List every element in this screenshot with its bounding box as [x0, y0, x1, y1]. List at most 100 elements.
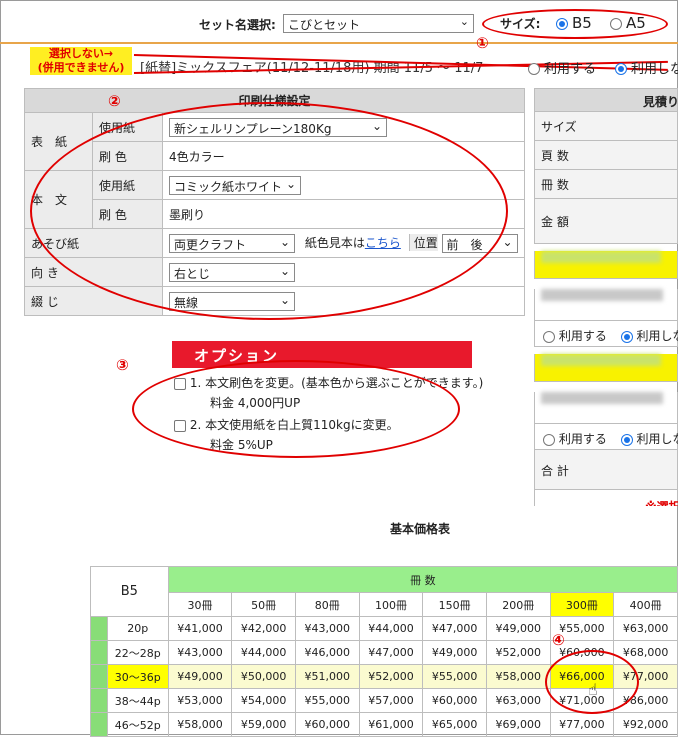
- cover-color-label: 刷 色: [93, 142, 163, 171]
- quote-use-radio-1[interactable]: [543, 331, 555, 343]
- quote-use-label-1: 利用する: [559, 329, 607, 343]
- quote-use-label-2: 利用する: [559, 432, 607, 446]
- qty-column-3: 100冊: [359, 593, 423, 617]
- size-label: サイズ:: [500, 15, 540, 32]
- body-paper-label: 使用紙: [93, 171, 163, 200]
- campaign-use-radio[interactable]: [528, 61, 540, 75]
- qty-header: 冊 数: [168, 567, 677, 593]
- price-cell[interactable]: ¥59,000: [232, 713, 296, 737]
- quote-option-2: 利用する 利用しない: [534, 424, 678, 450]
- price-cell[interactable]: ¥57,000: [359, 689, 423, 713]
- price-cell[interactable]: ¥65,000: [423, 713, 487, 737]
- sample-link[interactable]: こちら: [365, 236, 401, 250]
- qty-column-7: 400冊: [614, 593, 678, 617]
- price-cell[interactable]: ¥43,000: [168, 641, 232, 665]
- price-cell[interactable]: ¥49,000: [486, 617, 550, 641]
- price-cell[interactable]: ¥50,000: [232, 665, 296, 689]
- position-label: 位置: [409, 234, 438, 251]
- body-color-value: 墨刷り: [163, 200, 525, 229]
- asobi-cell: 両更クラフト ⌄ 紙色見本はこちら 位置 前 後 ⌄: [163, 229, 525, 258]
- direction-label: 向 き: [25, 258, 163, 287]
- quote-blurred-yellow-2: [534, 354, 678, 382]
- price-cell[interactable]: ¥53,000: [168, 689, 232, 713]
- quote-blurred-yellow-1: [534, 251, 678, 279]
- body-paper-value: コミック紙ホワイト: [174, 180, 282, 194]
- size-a5-radio[interactable]: [610, 16, 622, 30]
- quote-nouse-label-2: 利用しない: [637, 432, 678, 446]
- body-label: 本 文: [25, 171, 93, 229]
- quote-total: 合 計: [534, 450, 678, 490]
- quote-note: ※選択: [534, 490, 678, 506]
- asobi-label: あそび紙: [25, 229, 163, 258]
- price-cell[interactable]: ¥66,000: [550, 665, 614, 689]
- quote-panel: 見積り サイズ 頁 数 冊 数 金 額 利用する 利用しない 利用する 利用しな…: [534, 88, 678, 506]
- binding-cell: 無線 ⌄: [163, 287, 525, 316]
- price-cell[interactable]: ¥51,000: [295, 665, 359, 689]
- price-cell[interactable]: ¥68,000: [614, 641, 678, 665]
- body-color-label: 刷 色: [93, 200, 163, 229]
- price-cell[interactable]: ¥60,000: [295, 713, 359, 737]
- price-cell[interactable]: ¥58,000: [486, 665, 550, 689]
- price-cell[interactable]: ¥46,000: [295, 641, 359, 665]
- page-range-label: 38〜44p: [107, 689, 168, 713]
- set-select-value: こびとセット: [288, 18, 360, 32]
- size-a5-label: A5: [626, 14, 646, 32]
- price-cell[interactable]: ¥47,000: [359, 641, 423, 665]
- qty-column-0: 30冊: [168, 593, 232, 617]
- option-2-checkbox[interactable]: [174, 420, 186, 432]
- price-cell[interactable]: ¥69,000: [486, 713, 550, 737]
- position-select[interactable]: 前 後 ⌄: [442, 234, 518, 253]
- annotation-num-3: ③: [116, 356, 129, 374]
- price-cell[interactable]: ¥63,000: [614, 617, 678, 641]
- quote-nouse-radio-1[interactable]: [621, 331, 633, 343]
- price-table-title: 基本価格表: [390, 520, 450, 537]
- sample-text: 紙色見本は: [305, 236, 365, 250]
- quote-nouse-radio-2[interactable]: [621, 434, 633, 446]
- row-side-marker: [91, 641, 108, 665]
- asobi-select[interactable]: 両更クラフト ⌄: [169, 234, 295, 253]
- page-range-label: 20p: [107, 617, 168, 641]
- price-cell[interactable]: ¥41,000: [168, 617, 232, 641]
- page-range-label: 22〜28p: [107, 641, 168, 665]
- price-cell[interactable]: ¥92,000: [614, 713, 678, 737]
- price-cell[interactable]: ¥52,000: [359, 665, 423, 689]
- campaign-nouse-radio[interactable]: [615, 61, 627, 75]
- chevron-down-icon: ⌄: [280, 235, 290, 249]
- price-cell[interactable]: ¥61,000: [359, 713, 423, 737]
- price-cell[interactable]: ¥42,000: [232, 617, 296, 641]
- size-b5-radio[interactable]: [556, 16, 568, 30]
- body-paper-select[interactable]: コミック紙ホワイト ⌄: [169, 176, 301, 195]
- price-cell[interactable]: ¥77,000: [550, 713, 614, 737]
- price-cell[interactable]: ¥63,000: [486, 689, 550, 713]
- option-2: 2. 本文使用紙を白上質110kgに変更。: [174, 416, 399, 433]
- price-cell[interactable]: ¥55,000: [423, 665, 487, 689]
- qty-column-4: 150冊: [423, 593, 487, 617]
- price-cell[interactable]: ¥55,000: [295, 689, 359, 713]
- price-size-cell: B5: [91, 567, 169, 617]
- cover-paper-select[interactable]: 新シェルリンプレーン180Kg ⌄: [169, 118, 387, 137]
- price-cell[interactable]: ¥49,000: [423, 641, 487, 665]
- price-cell[interactable]: ¥43,000: [295, 617, 359, 641]
- position-value: 前 後: [447, 238, 483, 252]
- price-cell[interactable]: ¥60,000: [423, 689, 487, 713]
- quote-use-radio-2[interactable]: [543, 434, 555, 446]
- binding-select[interactable]: 無線 ⌄: [169, 292, 295, 311]
- price-cell[interactable]: ¥47,000: [423, 617, 487, 641]
- price-cell[interactable]: ¥58,000: [168, 713, 232, 737]
- price-cell[interactable]: ¥54,000: [232, 689, 296, 713]
- direction-cell: 右とじ ⌄: [163, 258, 525, 287]
- price-cell[interactable]: ¥71,000: [550, 689, 614, 713]
- price-cell[interactable]: ¥49,000: [168, 665, 232, 689]
- price-cell[interactable]: ¥86,000: [614, 689, 678, 713]
- option-1-price: 料金 4,000円UP: [210, 394, 300, 411]
- option-2-label: 2. 本文使用紙を白上質110kgに変更。: [190, 418, 399, 432]
- price-cell[interactable]: ¥44,000: [359, 617, 423, 641]
- price-cell[interactable]: ¥52,000: [486, 641, 550, 665]
- hand-cursor-icon: ☝: [588, 680, 598, 699]
- price-cell[interactable]: ¥77,000: [614, 665, 678, 689]
- row-side-marker: [91, 617, 108, 641]
- option-1-checkbox[interactable]: [174, 378, 186, 390]
- direction-value: 右とじ: [174, 267, 210, 281]
- direction-select[interactable]: 右とじ ⌄: [169, 263, 295, 282]
- price-cell[interactable]: ¥44,000: [232, 641, 296, 665]
